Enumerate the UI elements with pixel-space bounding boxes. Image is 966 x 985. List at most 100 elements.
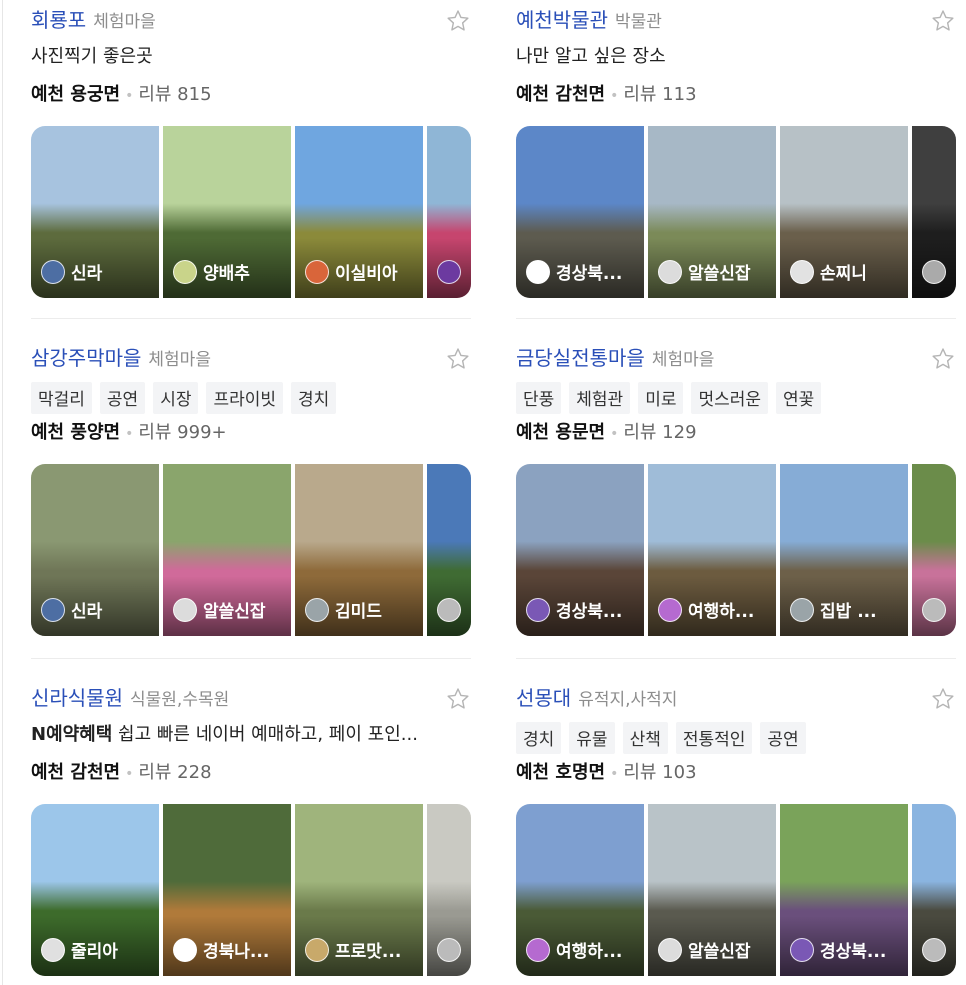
photo-author[interactable]: 알쓸신잡 xyxy=(658,937,751,962)
place-card-4[interactable]: 신라식물원 식물원,수목원 N예약혜택 쉽고 빠른 네이버 예매하고, 페이 포… xyxy=(31,682,471,982)
author-name: 경북나... xyxy=(203,942,270,962)
photo-author[interactable]: 김미드 xyxy=(305,597,382,622)
photo-thumbnail[interactable]: 줄리아 xyxy=(31,804,159,976)
photo-author[interactable]: 경상북... xyxy=(790,937,886,962)
tag-list: 단풍 체험관 미로 멋스러운 연꽃 xyxy=(516,382,822,414)
photo-author[interactable]: 양배추 xyxy=(173,259,250,284)
photo-strip[interactable]: 경상북... 알쓸신잡 손찌니 xyxy=(516,126,956,298)
photo-author[interactable]: 알쓸신잡 xyxy=(658,259,751,284)
photo-author[interactable]: 손찌니 xyxy=(790,259,867,284)
photo-author[interactable]: 이실비아 xyxy=(305,259,398,284)
photo-thumbnail[interactable]: 경상북... xyxy=(516,464,644,636)
photo-author[interactable]: 신라 xyxy=(41,597,102,622)
photo-strip[interactable]: 신라 알쓸신잡 김미드 xyxy=(31,464,471,636)
photo-author[interactable]: 경상북... xyxy=(526,597,622,622)
photo-thumbnail[interactable]: 이실비아 xyxy=(295,126,423,298)
tag[interactable]: 미로 xyxy=(638,382,684,414)
review-count[interactable]: 리뷰 999+ xyxy=(138,422,226,443)
tag[interactable]: 유물 xyxy=(569,722,615,754)
place-card-3[interactable]: 금당실전통마을 체험마을 단풍 체험관 미로 멋스러운 연꽃 예천 용문면 • 리뷰… xyxy=(516,342,956,642)
photo-thumbnail[interactable] xyxy=(427,464,471,636)
photo-thumbnail[interactable]: 경북나... xyxy=(163,804,291,976)
photo-thumbnail[interactable] xyxy=(912,464,956,636)
photo-thumbnail[interactable]: 여행하... xyxy=(648,464,776,636)
photo-thumbnail[interactable]: 집밥 ... xyxy=(780,464,908,636)
photo-strip[interactable]: 여행하... 알쓸신잡 경상북... xyxy=(516,804,956,976)
tag[interactable]: 프라이빗 xyxy=(206,382,284,414)
title-row: 삼강주막마을 체험마을 xyxy=(31,342,211,376)
photo-author[interactable]: 경상북... xyxy=(526,259,622,284)
photo-thumbnail[interactable]: 여행하... xyxy=(516,804,644,976)
place-card-1[interactable]: 예천박물관 박물관 나만 알고 싶은 장소 예천 감천면 • 리뷰 113 경상북.… xyxy=(516,4,956,304)
place-name[interactable]: 선몽대 xyxy=(516,682,571,711)
place-name[interactable]: 신라식물원 xyxy=(31,682,123,711)
star-icon[interactable] xyxy=(445,8,471,34)
place-card-0[interactable]: 회룡포 체험마을 사진찍기 좋은곳 예천 용궁면 • 리뷰 815 신라 양배추 이실비… xyxy=(31,4,471,304)
review-count[interactable]: 리뷰 113 xyxy=(623,84,696,105)
photo-thumbnail[interactable]: 경상북... xyxy=(780,804,908,976)
star-icon[interactable] xyxy=(930,8,956,34)
photo-strip[interactable]: 신라 양배추 이실비아 xyxy=(31,126,471,298)
tag[interactable]: 멋스러운 xyxy=(691,382,769,414)
photo-author[interactable] xyxy=(437,938,461,962)
tag[interactable]: 경치 xyxy=(291,382,337,414)
photo-strip[interactable]: 줄리아 경북나... 프로맛... xyxy=(31,804,471,976)
photo-thumbnail[interactable]: 알쓸신잡 xyxy=(163,464,291,636)
star-icon[interactable] xyxy=(930,346,956,372)
place-name[interactable]: 예천박물관 xyxy=(516,4,608,33)
tag[interactable]: 단풍 xyxy=(516,382,562,414)
photo-author[interactable] xyxy=(922,938,946,962)
photo-thumbnail[interactable]: 프로맛... xyxy=(295,804,423,976)
tag[interactable]: 막걸리 xyxy=(31,382,92,414)
star-icon[interactable] xyxy=(445,346,471,372)
star-icon[interactable] xyxy=(445,686,471,712)
photo-author[interactable]: 줄리아 xyxy=(41,937,118,962)
tag[interactable]: 공연 xyxy=(760,722,806,754)
photo-author[interactable] xyxy=(437,598,461,622)
photo-strip[interactable]: 경상북... 여행하... 집밥 ... xyxy=(516,464,956,636)
photo-thumbnail[interactable]: 양배추 xyxy=(163,126,291,298)
photo-author[interactable]: 신라 xyxy=(41,259,102,284)
photo-thumbnail[interactable]: 알쓸신잡 xyxy=(648,126,776,298)
place-card-2[interactable]: 삼강주막마을 체험마을 막걸리 공연 시장 프라이빗 경치 예천 풍양면 • 리뷰 … xyxy=(31,342,471,642)
photo-thumbnail[interactable]: 신라 xyxy=(31,126,159,298)
photo-author[interactable]: 경북나... xyxy=(173,937,269,962)
photo-author[interactable]: 여행하... xyxy=(526,937,622,962)
place-name[interactable]: 회룡포 xyxy=(31,4,86,33)
photo-author[interactable]: 알쓸신잡 xyxy=(173,597,266,622)
place-category: 체험마을 xyxy=(93,12,156,32)
review-count[interactable]: 리뷰 129 xyxy=(623,422,696,443)
review-count[interactable]: 리뷰 103 xyxy=(623,762,696,783)
photo-thumbnail[interactable]: 김미드 xyxy=(295,464,423,636)
photo-thumbnail[interactable]: 알쓸신잡 xyxy=(648,804,776,976)
tag[interactable]: 시장 xyxy=(153,382,199,414)
tag[interactable]: 산책 xyxy=(622,722,668,754)
review-count[interactable]: 리뷰 228 xyxy=(138,762,211,783)
photo-thumbnail[interactable] xyxy=(912,804,956,976)
review-count[interactable]: 리뷰 815 xyxy=(138,84,211,105)
tag[interactable]: 연꽃 xyxy=(776,382,822,414)
photo-author[interactable]: 집밥 ... xyxy=(790,597,877,622)
tag[interactable]: 체험관 xyxy=(569,382,631,414)
star-icon[interactable] xyxy=(930,686,956,712)
place-card-5[interactable]: 선몽대 유적지,사적지 경치 유물 산책 전통적인 공연 예천 호명면 • 리뷰 1… xyxy=(516,682,956,982)
photo-author[interactable] xyxy=(922,260,946,284)
tag[interactable]: 경치 xyxy=(516,722,562,754)
photo-thumbnail[interactable]: 신라 xyxy=(31,464,159,636)
photo-thumbnail[interactable] xyxy=(427,804,471,976)
place-name[interactable]: 금당실전통마을 xyxy=(516,342,645,371)
photo-author[interactable] xyxy=(922,598,946,622)
tag[interactable]: 공연 xyxy=(99,382,146,414)
place-name[interactable]: 삼강주막마을 xyxy=(31,342,141,371)
photo-author[interactable]: 여행하... xyxy=(658,597,754,622)
photo-thumbnail[interactable] xyxy=(427,126,471,298)
photo-thumbnail[interactable]: 손찌니 xyxy=(780,126,908,298)
place-location: 예천 용궁면 xyxy=(31,84,121,105)
place-location: 예천 호명면 xyxy=(516,762,606,783)
photo-thumbnail[interactable] xyxy=(912,126,956,298)
photo-author[interactable] xyxy=(437,260,461,284)
place-meta: 예천 감천면 • 리뷰 228 xyxy=(31,758,212,784)
photo-author[interactable]: 프로맛... xyxy=(305,937,401,962)
photo-thumbnail[interactable]: 경상북... xyxy=(516,126,644,298)
tag[interactable]: 전통적인 xyxy=(675,722,753,754)
